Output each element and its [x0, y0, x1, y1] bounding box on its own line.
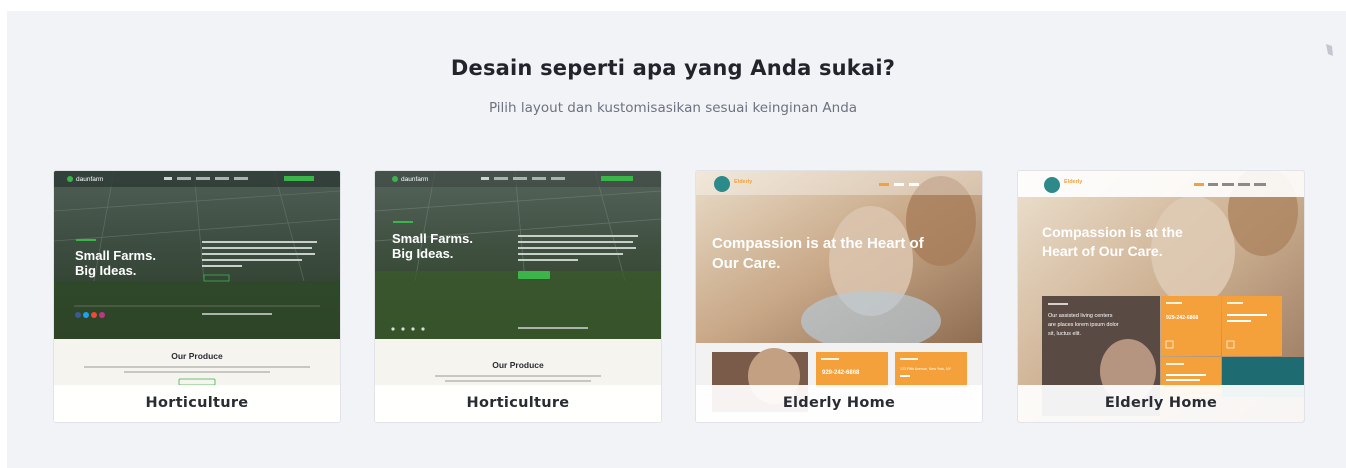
preview-headline-1: Compassion is at the Heart of: [712, 235, 925, 252]
preview-info-line-3: sit, luctus elit.: [1048, 331, 1081, 337]
template-card-elderly-home-1[interactable]: Elderly Compassion is at the Heart of Ou…: [695, 170, 983, 423]
preview-headline-2: Our Care.: [712, 255, 780, 272]
preview-brand: daunfarm: [76, 176, 103, 183]
template-card-elderly-home-2[interactable]: Elderly Compassion is at the Heart of Ou…: [1017, 170, 1305, 423]
preview-section-title: Our Produce: [171, 351, 223, 361]
template-card-horticulture-2[interactable]: daunfarm Small Farms. Big Ideas. Our Pro…: [374, 170, 662, 423]
template-card-label: Horticulture: [375, 385, 661, 422]
preview-headline-2: Big Ideas.: [392, 246, 453, 261]
preview-headline-1: Small Farms.: [392, 231, 473, 246]
template-card-label: Elderly Home: [1018, 385, 1304, 422]
preview-headline-2: Big Ideas.: [75, 263, 136, 278]
page-title: Desain seperti apa yang Anda sukai?: [450, 56, 896, 80]
preview-phone: 929-242-6868: [822, 370, 860, 376]
preview-address: 123 Fifth Avenue, New York, NY: [900, 367, 952, 371]
preview-brand: daunfarm: [401, 176, 428, 183]
corner-mark-icon: [1326, 44, 1333, 56]
template-card-horticulture-1[interactable]: daunfarm Small Farms. Big Ideas. Our Pro…: [53, 170, 341, 423]
preview-brand: Elderly: [1064, 179, 1083, 185]
preview-info-line-2: are places lorem ipsum dolor: [1048, 322, 1119, 328]
template-card-label: Elderly Home: [696, 385, 982, 422]
page-subtitle: Pilih layout dan kustomisasikan sesuai k…: [488, 100, 858, 116]
preview-brand: Elderly: [734, 179, 753, 185]
preview-info-line-1: Our assisted living centers: [1048, 313, 1113, 319]
preview-section-title: Our Produce: [492, 360, 544, 370]
preview-headline-2: Heart of Our Care.: [1042, 243, 1163, 259]
preview-phone: 929-242-6868: [1166, 315, 1198, 321]
template-card-label: Horticulture: [54, 385, 340, 422]
preview-headline-1: Small Farms.: [75, 248, 156, 263]
preview-headline-1: Compassion is at the: [1042, 224, 1183, 240]
